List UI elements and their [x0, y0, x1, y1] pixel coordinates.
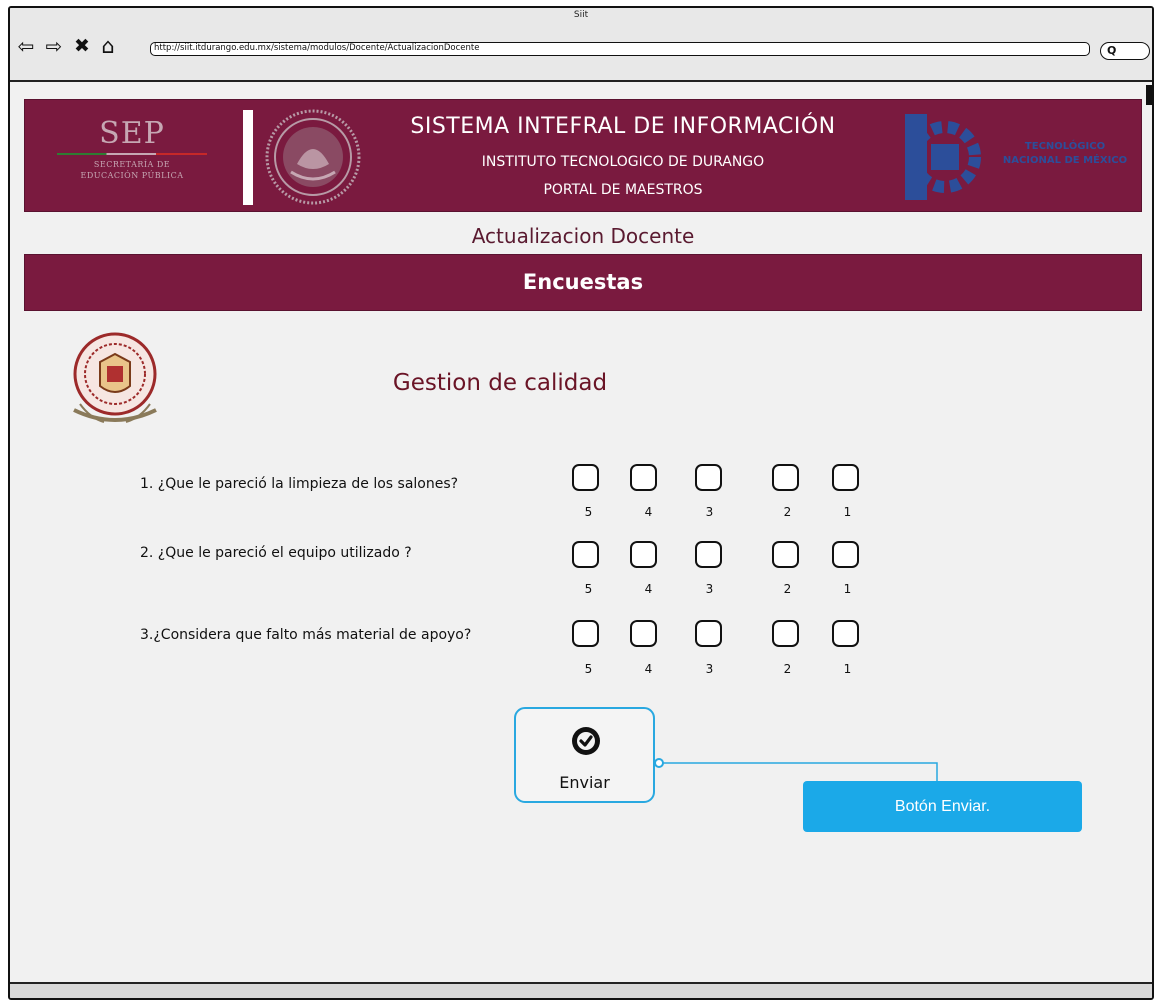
q1-option-5-checkbox[interactable] — [572, 464, 599, 491]
header-subtitle-portal: PORTAL DE MAESTROS — [543, 182, 703, 198]
sep-logo-subtext-2: EDUCACIÓN PÚBLICA — [80, 171, 184, 180]
tec-logo-text-2: NACIONAL DE MÉXICO — [1002, 155, 1128, 166]
q3-option-3-label: 3 — [705, 662, 714, 676]
annotation-note: Botón Enviar. — [803, 781, 1082, 832]
institute-emblem-logo — [73, 332, 157, 423]
check-circle-icon — [572, 727, 600, 755]
q1-option-2-label: 2 — [783, 505, 792, 519]
q2-option-2-label: 2 — [783, 582, 792, 596]
q2-option-4-label: 4 — [644, 582, 653, 596]
q1-option-4-checkbox[interactable] — [630, 464, 657, 491]
header-subtitle-institute: INSTITUTO TECNOLOGICO DE DURANGO — [481, 154, 765, 170]
q3-option-3-checkbox[interactable] — [695, 620, 722, 647]
sep-logo-text: SEP — [99, 116, 165, 151]
search-icon: Q — [1107, 44, 1117, 57]
tec-logo-text-1: TECNOLÓGICO — [1024, 141, 1106, 152]
q1-option-1-checkbox[interactable] — [832, 464, 859, 491]
q2-option-3-checkbox[interactable] — [695, 541, 722, 568]
q2-option-4-checkbox[interactable] — [630, 541, 657, 568]
q2-option-2-checkbox[interactable] — [772, 541, 799, 568]
url-bar[interactable]: http://siit.itdurango.edu.mx/sistema/mod… — [150, 42, 1090, 56]
section-title: Encuestas — [522, 270, 644, 294]
q3-option-4-checkbox[interactable] — [630, 620, 657, 647]
q2-option-5-checkbox[interactable] — [572, 541, 599, 568]
logo-divider — [243, 110, 253, 205]
question-1-label: 1. ¿Que le pareció la limpieza de los sa… — [140, 476, 459, 492]
q3-option-2-checkbox[interactable] — [772, 620, 799, 647]
q3-option-4-label: 4 — [644, 662, 653, 676]
browser-window: Siit ⇦ ⇨ ✖ ⌂ http://siit.itdurango.edu.m… — [8, 6, 1154, 1000]
send-button-label: Enviar — [559, 773, 610, 792]
q3-option-5-checkbox[interactable] — [572, 620, 599, 647]
q3-option-2-label: 2 — [783, 662, 792, 676]
q2-option-1-checkbox[interactable] — [832, 541, 859, 568]
scrollbar-thumb[interactable] — [1146, 85, 1152, 105]
q3-option-1-label: 1 — [843, 662, 852, 676]
q1-option-1-label: 1 — [843, 505, 852, 519]
q3-option-5-label: 5 — [584, 662, 593, 676]
q1-option-3-checkbox[interactable] — [695, 464, 722, 491]
header-banner: SEP SECRETARÍA DE EDUCACIÓN PÚBLICA SIST… — [24, 99, 1142, 212]
forward-arrow-icon[interactable]: ⇨ — [44, 36, 64, 56]
browser-status-bar — [10, 982, 1152, 998]
back-arrow-icon[interactable]: ⇦ — [16, 36, 36, 56]
sep-logo-subtext-1: SECRETARÍA DE — [93, 160, 171, 169]
browser-toolbar: Siit ⇦ ⇨ ✖ ⌂ http://siit.itdurango.edu.m… — [10, 8, 1152, 82]
survey-title: Gestion de calidad — [392, 370, 608, 396]
question-3-label: 3.¿Considera que falto más material de a… — [140, 627, 472, 643]
q2-option-1-label: 1 — [843, 582, 852, 596]
q2-option-5-label: 5 — [584, 582, 593, 596]
sep-logo: SEP SECRETARÍA DE EDUCACIÓN PÚBLICA — [47, 110, 217, 200]
q1-option-2-checkbox[interactable] — [772, 464, 799, 491]
national-seal-logo — [265, 109, 361, 205]
question-2-label: 2. ¿Que le pareció el equipo utilizado ? — [140, 545, 412, 561]
q1-option-4-label: 4 — [644, 505, 653, 519]
close-icon[interactable]: ✖ — [72, 36, 92, 56]
window-title: Siit — [573, 10, 589, 20]
section-header: Encuestas — [24, 254, 1142, 311]
page-subtitle: Actualizacion Docente — [471, 224, 695, 248]
header-title: SISTEMA INTEFRAL DE INFORMACIÓN — [410, 114, 836, 139]
q3-option-1-checkbox[interactable] — [832, 620, 859, 647]
sep-logo-stripe — [57, 153, 207, 155]
search-box[interactable]: Q — [1100, 42, 1150, 60]
tec-logo-text: TECNOLÓGICO NACIONAL DE MÉXICO — [985, 140, 1141, 168]
tec-gear-logo — [905, 114, 981, 200]
q1-option-5-label: 5 — [584, 505, 593, 519]
q1-option-3-label: 3 — [705, 505, 714, 519]
q2-option-3-label: 3 — [705, 582, 714, 596]
home-icon[interactable]: ⌂ — [98, 35, 118, 56]
send-button[interactable]: Enviar — [514, 707, 655, 803]
